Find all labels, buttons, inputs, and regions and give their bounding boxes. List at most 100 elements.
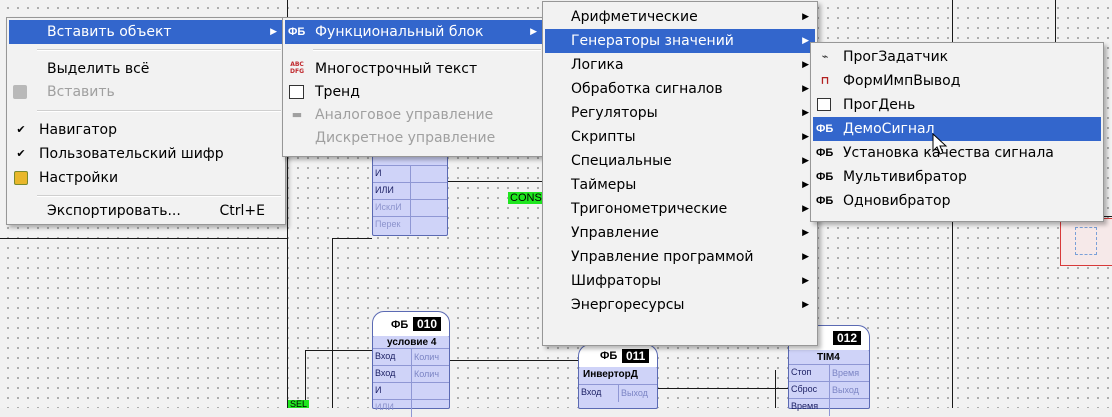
menu-item-label: Обработка сигналов: [571, 81, 723, 97]
menu-item-label: Вставить: [47, 84, 115, 100]
submenu-arrow-icon: ▶: [802, 228, 809, 238]
menu-item-label: Управление: [571, 225, 659, 241]
menu-item-functional-block[interactable]: ФБ Функциональный блок ▶: [285, 20, 543, 44]
menu-item-generator[interactable]: ⊓ ФормИмпВывод: [813, 69, 1101, 93]
menu-item-discrete-control[interactable]: Дискретное управление: [285, 126, 543, 150]
wire: [448, 181, 542, 182]
menu-item-label: Шифраторы: [571, 273, 662, 289]
menu-item-category[interactable]: Таймеры ▶: [545, 173, 815, 197]
menu-item-label: Скрипты: [571, 129, 636, 145]
generators-submenu: ⌁ ПрогЗадатчик ⊓ ФормИмпВывод ПрогДень Ф…: [810, 42, 1104, 222]
prog-setter-icon: ⌁: [821, 50, 829, 63]
block-input: Стоп: [791, 367, 812, 377]
signal-tag[interactable]: CONS: [508, 192, 544, 204]
menu-item-label: ПрогДень: [843, 97, 916, 113]
block-input: Время: [791, 401, 819, 411]
menu-item-trend[interactable]: Тренд: [285, 80, 543, 104]
checkmark-icon: ✔: [16, 123, 26, 136]
block-output: Колич: [411, 349, 439, 366]
prog-day-icon: [817, 98, 831, 111]
menu-item-category[interactable]: Шифраторы ▶: [545, 269, 815, 293]
block-row: ИсклИ: [375, 202, 402, 212]
menu-item-insert-object[interactable]: Вставить объект ▶: [9, 20, 283, 44]
block-row: ИЛИ: [375, 185, 394, 195]
menu-item-label: Тренд: [315, 84, 360, 100]
menu-item-generator[interactable]: ПрогДень: [813, 93, 1101, 117]
trend-object-fragment[interactable]: [1060, 218, 1112, 266]
fb-icon: ФБ: [816, 147, 834, 159]
menu-item-select-all[interactable]: Выделить всё: [9, 57, 283, 81]
menu-item-multiline-text[interactable]: ABC DFG Многострочный текст: [285, 57, 543, 81]
menu-item-navigator[interactable]: ✔ Навигатор: [9, 118, 283, 142]
menu-item-category[interactable]: Специальные ▶: [545, 149, 815, 173]
menu-item-label: Аналоговое управление: [315, 107, 494, 123]
block-input: Вход: [375, 368, 396, 378]
menu-item-category[interactable]: Скрипты ▶: [545, 125, 815, 149]
menu-item-category[interactable]: Тригонометрические ▶: [545, 197, 815, 221]
block-output: Выход: [618, 385, 648, 402]
trend-icon: [1075, 227, 1097, 255]
menu-item-generator[interactable]: ФБ Одновибратор: [813, 189, 1101, 213]
menu-item-generator[interactable]: ⌁ ПрогЗадатчик: [813, 45, 1101, 69]
submenu-arrow-icon: ▶: [802, 84, 809, 94]
paste-icon: [13, 85, 27, 99]
menu-item-label: Мультивибратор: [843, 169, 967, 185]
submenu-arrow-icon: ▶: [802, 300, 809, 310]
menu-item-category[interactable]: Регуляторы ▶: [545, 101, 815, 125]
block-title: ИнверторД: [583, 369, 638, 380]
menu-item-category[interactable]: Генераторы значений ▶: [545, 29, 815, 53]
menu-item-generator[interactable]: ФБ ДемоСигнал: [813, 117, 1101, 141]
menu-item-label: Вставить объект: [47, 24, 172, 40]
menu-item-category[interactable]: Энергоресурсы ▶: [545, 293, 815, 317]
function-block-upper[interactable]: И ИЛИ ИсклИ Перек: [372, 150, 448, 236]
fb-icon: ФБ: [816, 123, 834, 135]
submenu-arrow-icon: ▶: [802, 132, 809, 142]
multiline-text-icon: ABC DFG: [289, 61, 304, 75]
menu-item-category[interactable]: Арифметические ▶: [545, 5, 815, 29]
submenu-arrow-icon: ▶: [802, 156, 809, 166]
menu-item-label: Навигатор: [39, 122, 117, 138]
wire: [305, 350, 373, 351]
submenu-arrow-icon: ▶: [802, 60, 809, 70]
menu-item-label: Экспортировать...: [47, 203, 181, 219]
menu-item-generator[interactable]: ФБ Мультивибратор: [813, 165, 1101, 189]
menu-item-generator[interactable]: ФБ Установка качества сигнала: [813, 141, 1101, 165]
fb-label: ФБ: [600, 350, 618, 362]
wire: [775, 370, 776, 408]
block-output: Время: [829, 365, 859, 382]
menu-item-category[interactable]: Обработка сигналов ▶: [545, 77, 815, 101]
block-number: 012: [833, 331, 862, 345]
submenu-arrow-icon: ▶: [802, 12, 809, 22]
block-output: Выход: [829, 382, 859, 399]
menu-item-label: Генераторы значений: [571, 33, 734, 49]
menu-item-export[interactable]: Экспортировать... Ctrl+E: [9, 199, 283, 223]
function-block-012[interactable]: TIM4 Стоп Время Сброс Выход Время: [788, 350, 870, 416]
menu-item-label: Выделить всё: [47, 61, 150, 77]
block-input: И: [375, 385, 382, 395]
function-block-010[interactable]: условие 4 Вход Колич Вход Колич И ИЛИ: [372, 336, 450, 417]
menu-item-settings[interactable]: Настройки: [9, 166, 283, 190]
block-number: 011: [622, 349, 650, 363]
pulse-output-icon: ⊓: [820, 74, 830, 87]
block-input: Вход: [375, 351, 396, 361]
menu-item-label: Многострочный текст: [315, 61, 478, 77]
fb-icon: ФБ: [816, 171, 834, 183]
menu-item-label: Регуляторы: [571, 105, 658, 121]
menu-item-paste[interactable]: Вставить: [9, 80, 283, 104]
menu-item-category[interactable]: Логика ▶: [545, 53, 815, 77]
block-row: И: [375, 168, 382, 178]
settings-icon: [14, 171, 28, 185]
submenu-arrow-icon: ▶: [802, 276, 809, 286]
insert-object-submenu: ФБ Функциональный блок ▶ ABC DFG Многостр…: [282, 17, 546, 157]
function-block-011[interactable]: ИнверторД Вход Выход: [578, 367, 658, 409]
signal-tag[interactable]: SEL: [288, 400, 310, 409]
trend-icon: [289, 85, 304, 99]
menu-item-category[interactable]: Управление ▶: [545, 221, 815, 245]
analog-control-icon: ▬: [291, 108, 303, 121]
menu-item-user-font[interactable]: ✔ Пользовательский шифр: [9, 142, 283, 166]
wire: [448, 360, 578, 361]
menu-item-analog-control[interactable]: ▬ Аналоговое управление: [285, 103, 543, 127]
wire: [656, 388, 788, 389]
fb-label: ФБ: [391, 319, 409, 331]
menu-item-category[interactable]: Управление программой ▶: [545, 245, 815, 269]
